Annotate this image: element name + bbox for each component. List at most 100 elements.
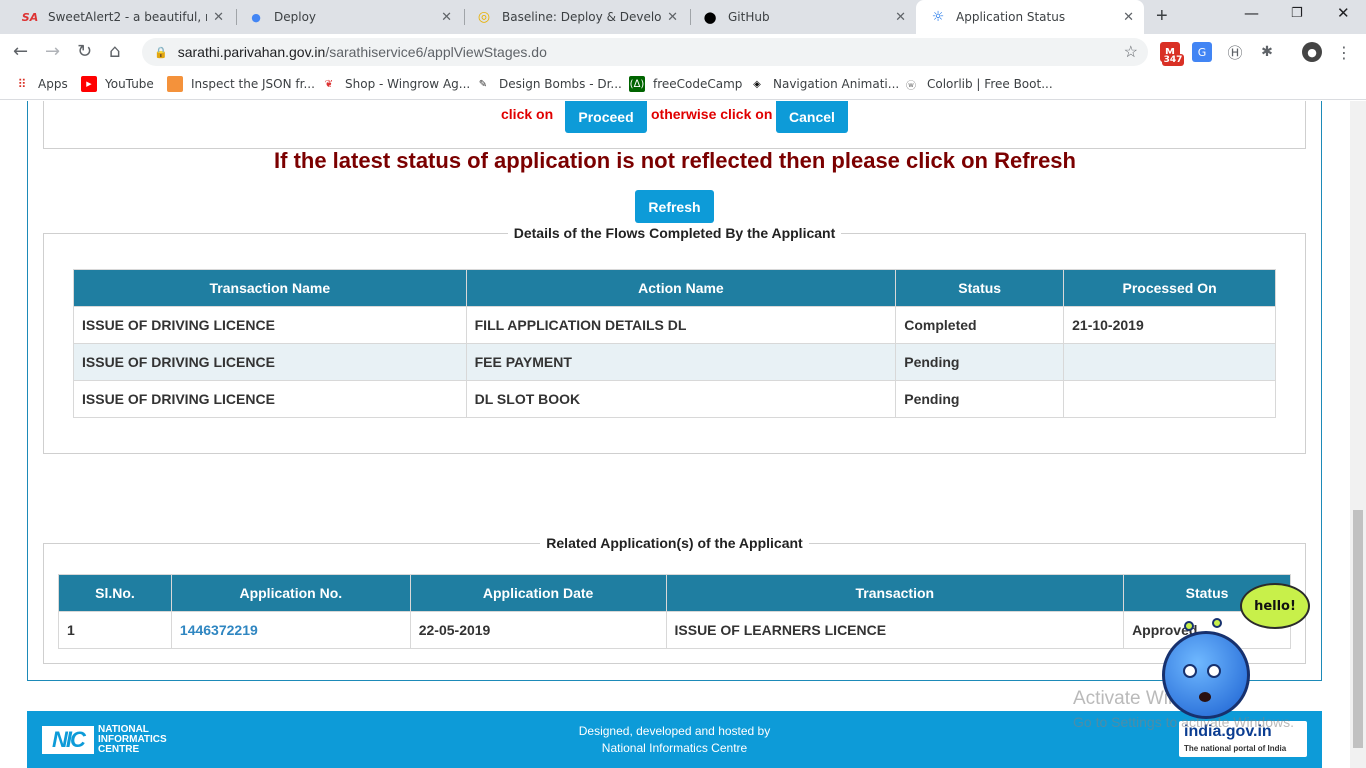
bookmark-wingrow[interactable]: ❦ Shop - Wingrow Ag... [321, 76, 470, 92]
browser-toolbar: ← → ↻ ⌂ 🔒 sarathi.parivahan.gov.in/sarat… [0, 34, 1366, 70]
column-header: Sl.No. [58, 574, 172, 612]
mascot-eye [1207, 664, 1221, 678]
page-scrollbar[interactable] [1350, 101, 1366, 768]
wordpress-icon: ⓦ [906, 80, 916, 92]
table-cell: ISSUE OF DRIVING LICENCE [73, 306, 467, 344]
footer-credit-line: National Informatics Centre [601, 741, 748, 755]
tab-title: SweetAlert2 - a beautiful, resp [48, 10, 207, 24]
home-icon[interactable]: ⌂ [109, 41, 120, 62]
proceed-button[interactable]: Proceed [565, 101, 647, 133]
application-number-link[interactable]: 1446372219 [180, 622, 258, 638]
new-tab-icon[interactable]: + [1156, 5, 1168, 28]
mascot-chatbot-icon[interactable] [1162, 631, 1250, 719]
close-tab-icon[interactable]: ✕ [667, 10, 678, 25]
translate-extension-icon[interactable]: G [1192, 42, 1212, 62]
close-tab-icon[interactable]: ✕ [441, 10, 452, 25]
india-gov-tagline: The national portal of India [1184, 744, 1287, 753]
close-tab-icon[interactable]: ✕ [1123, 10, 1134, 25]
forward-icon[interactable]: → [45, 41, 60, 62]
scrollbar-thumb[interactable] [1353, 510, 1363, 748]
github-icon: ● [703, 8, 717, 26]
bookmark-label: Navigation Animati... [773, 77, 900, 91]
mascot-speech-bubble[interactable]: hello! [1240, 583, 1310, 629]
activate-windows-hint: Go to Settings to activate Windows. [1073, 714, 1294, 730]
profile-avatar[interactable]: ● [1302, 42, 1322, 62]
mascot-eye [1183, 664, 1197, 678]
tab-title: Baseline: Deploy & Develop | C [502, 10, 662, 24]
tab-baseline[interactable]: ◎ Baseline: Deploy & Develop | C ✕ [462, 0, 688, 34]
table-cell: Pending [895, 343, 1065, 381]
bookmark-label: Colorlib | Free Boot... [927, 77, 1053, 91]
table-cell: FEE PAYMENT [465, 343, 897, 381]
tab-title: GitHub [728, 10, 770, 24]
mascot-mouth [1199, 692, 1211, 702]
youtube-icon: ▶ [81, 76, 97, 92]
table-cell: 21-10-2019 [1063, 306, 1276, 344]
flows-table: Transaction Name Action Name Status Proc… [73, 269, 1276, 418]
sweetalert-icon: SA [21, 10, 39, 24]
refresh-message: If the latest status of application is n… [274, 148, 1076, 173]
mascot-antenna-icon [1212, 618, 1222, 628]
orange-square-icon [167, 76, 183, 92]
page-viewport: click on Proceed otherwise click on Canc… [0, 101, 1350, 768]
table-cell: Completed [895, 306, 1065, 344]
bookmark-inspect-json[interactable]: Inspect the JSON fr... [167, 76, 315, 92]
column-header: Transaction [665, 574, 1125, 612]
design-bombs-icon: ✎ [478, 78, 488, 90]
refresh-button[interactable]: Refresh [635, 190, 714, 223]
column-header: Application No. [170, 574, 411, 612]
table-row: 1 1446372219 22-05-2019 ISSUE OF LEARNER… [58, 611, 1291, 649]
bug-extension-icon[interactable]: ✱ [1257, 42, 1277, 62]
column-header: Application Date [409, 574, 667, 612]
baseline-icon: ◎ [477, 9, 491, 25]
table-cell: FILL APPLICATION DETAILS DL [465, 306, 897, 344]
tab-sweetalert2[interactable]: SA SweetAlert2 - a beautiful, resp ✕ [8, 0, 234, 34]
bookmark-freecodecamp[interactable]: (ᐃ) freeCodeCamp [629, 76, 742, 92]
reload-icon[interactable]: ↻ [77, 41, 92, 62]
bookmark-label: YouTube [105, 77, 154, 91]
mascot-antenna-icon [1184, 621, 1194, 631]
extension-h-icon[interactable]: Ⓗ [1225, 42, 1245, 62]
close-window-icon[interactable]: ✕ [1337, 4, 1350, 22]
table-cell: ISSUE OF LEARNERS LICENCE [665, 611, 1125, 649]
bookmark-apps[interactable]: ⠿ Apps [14, 76, 68, 92]
apps-grid-icon: ⠿ [17, 77, 27, 91]
table-cell: 1 [58, 611, 172, 649]
minimize-icon[interactable]: — [1244, 4, 1259, 22]
cancel-button[interactable]: Cancel [776, 101, 848, 133]
table-row: ISSUE OF DRIVING LICENCE FEE PAYMENT Pen… [73, 343, 1276, 381]
bookmark-design-bombs[interactable]: ✎ Design Bombs - Dr... [475, 76, 622, 92]
table-row: ISSUE OF DRIVING LICENCE FILL APPLICATIO… [73, 306, 1276, 344]
table-cell [1063, 343, 1276, 381]
bookmarks-bar: ⠿ Apps ▶ YouTube Inspect the JSON fr... … [0, 70, 1366, 100]
menu-kebab-icon[interactable]: ⋮ [1334, 42, 1354, 62]
table-cell: 22-05-2019 [409, 611, 667, 649]
close-tab-icon[interactable]: ✕ [895, 10, 906, 25]
bookmark-navigation-animation[interactable]: ◈ Navigation Animati... [749, 76, 899, 92]
lock-icon: 🔒 [154, 46, 168, 59]
tab-strip: SA SweetAlert2 - a beautiful, resp ✕ ● D… [0, 0, 1366, 34]
tab-title: Application Status [956, 10, 1066, 24]
bookmark-star-icon[interactable]: ☆ [1124, 42, 1138, 62]
close-tab-icon[interactable]: ✕ [213, 10, 224, 25]
table-cell: ISSUE OF DRIVING LICENCE [73, 343, 467, 381]
tab-deploy[interactable]: ● Deploy ✕ [234, 0, 462, 34]
bookmark-label: Shop - Wingrow Ag... [345, 77, 471, 91]
tab-github[interactable]: ● GitHub ✕ [688, 0, 916, 34]
back-icon[interactable]: ← [13, 41, 28, 62]
bookmark-colorlib[interactable]: ⓦ Colorlib | Free Boot... [903, 76, 1053, 92]
table-cell: 1446372219 [170, 611, 411, 649]
table-cell [1063, 380, 1276, 418]
tab-application-status[interactable]: ☼ Application Status ✕ [916, 0, 1144, 34]
table-cell: Pending [895, 380, 1065, 418]
table-header-row: Transaction Name Action Name Status Proc… [73, 269, 1276, 307]
wingrow-icon: ❦ [324, 78, 334, 90]
restore-icon[interactable]: ❐ [1291, 6, 1303, 21]
bookmark-youtube[interactable]: ▶ YouTube [81, 76, 154, 92]
table-row: ISSUE OF DRIVING LICENCE DL SLOT BOOK Pe… [73, 380, 1276, 418]
codepen-icon: ◈ [753, 78, 761, 90]
freecodecamp-icon: (ᐃ) [629, 76, 645, 92]
column-header: Action Name [465, 269, 897, 307]
related-applications-table: Sl.No. Application No. Application Date … [58, 574, 1291, 649]
address-bar[interactable]: 🔒 sarathi.parivahan.gov.in/sarathiservic… [142, 38, 1148, 66]
